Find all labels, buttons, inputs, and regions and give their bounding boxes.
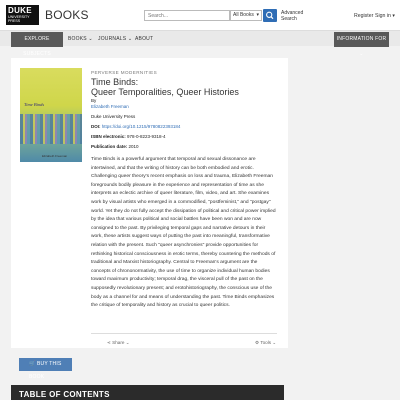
search-button[interactable]: [263, 9, 277, 22]
nav-books-label: BOOKS: [68, 36, 87, 42]
sign-in-label: Sign in: [375, 13, 391, 19]
pubdate-label: Publication date:: [91, 144, 128, 149]
nav-information-for[interactable]: INFORMATION FOR ⌄: [334, 32, 389, 57]
nav-information-for-label: INFORMATION FOR: [336, 36, 387, 42]
duke-press-logo[interactable]: DUKE UNIVERSITY PRESS: [6, 5, 39, 25]
cart-icon: 🛒: [29, 361, 38, 367]
main-nav: EXPLORE SUBJECTS BOOKS ⌄ JOURNALS ⌄ ABOU…: [0, 30, 400, 57]
chevron-down-icon: ⌄: [125, 340, 130, 345]
nav-journals-label: JOURNALS: [98, 36, 127, 42]
book-title: Time Binds:: [91, 77, 139, 87]
chevron-down-icon: ▾: [392, 13, 395, 19]
book-cover[interactable]: Time Binds Elizabeth Freeman: [20, 68, 82, 162]
isbn-value: 978-0-8223-9318-4: [127, 134, 166, 139]
series-name[interactable]: PERVERSE MODERNITIES: [91, 70, 157, 75]
doi-row: DOI: https://doi.org/10.1215/97808223931…: [91, 124, 180, 129]
chevron-down-icon: ⌄: [359, 51, 364, 57]
divider: [91, 333, 277, 334]
table-of-contents-bar[interactable]: TABLE OF CONTENTS: [11, 385, 284, 400]
cover-title: Time Binds: [24, 102, 45, 107]
nav-explore-subjects[interactable]: EXPLORE SUBJECTS: [11, 32, 63, 57]
brand-books[interactable]: BOOKS: [45, 8, 89, 22]
nav-books[interactable]: BOOKS ⌄: [68, 32, 93, 47]
isbn-row: ISBN electronic: 978-0-8223-9318-4: [91, 134, 166, 139]
book-detail-card: Time Binds Elizabeth Freeman PERVERSE MO…: [11, 58, 288, 348]
chevron-down-icon: ⌄: [272, 340, 277, 345]
nav-journals[interactable]: JOURNALS ⌄: [98, 32, 132, 47]
book-description: Time Binds is a powerful argument that t…: [91, 157, 276, 309]
logo-text-press: PRESS: [8, 19, 21, 23]
cover-author: Elizabeth Freeman: [42, 154, 68, 158]
cover-art: [20, 114, 82, 144]
advanced-search-line2: Search: [281, 16, 297, 22]
buy-this-book-button[interactable]: 🛒 BUY THIS BOOK: [19, 358, 72, 380]
advanced-search-link[interactable]: Advanced Search: [281, 10, 303, 22]
chevron-down-icon: ⌄: [127, 36, 133, 42]
author-link[interactable]: Elizabeth Freeman: [91, 104, 129, 109]
sign-in-link[interactable]: Sign in ▾: [375, 13, 395, 19]
tools-button[interactable]: ⚙ Tools ⌄: [255, 340, 276, 346]
book-subtitle: Queer Temporalities, Queer Histories: [91, 87, 239, 97]
by-label: By: [91, 98, 97, 103]
chevron-down-icon: ▾: [256, 12, 259, 18]
publisher: Duke University Press: [91, 114, 136, 119]
share-label: Share: [112, 340, 125, 345]
doi-label: DOI:: [91, 124, 101, 129]
share-button[interactable]: ⋖ Share ⌄: [107, 340, 130, 346]
doi-link[interactable]: https://doi.org/10.1215/9780822393184: [102, 124, 181, 129]
search-icon: [266, 11, 274, 20]
page: DUKE UNIVERSITY PRESS BOOKS All Books ▾ …: [0, 0, 400, 400]
nav-about[interactable]: ABOUT: [135, 32, 153, 47]
search-input[interactable]: [144, 10, 230, 21]
tools-label: Tools: [260, 340, 272, 345]
search-scope-select[interactable]: All Books ▾: [230, 10, 262, 21]
pubdate-row: Publication date: 2010: [91, 144, 139, 149]
isbn-label: ISBN electronic:: [91, 134, 126, 139]
search-scope-value: All Books: [233, 12, 254, 18]
chevron-down-icon: ⌄: [88, 36, 93, 42]
site-header: DUKE UNIVERSITY PRESS BOOKS All Books ▾ …: [0, 0, 400, 30]
logo-text-duke: DUKE: [8, 6, 32, 15]
register-link[interactable]: Register: [354, 13, 373, 19]
pubdate-value: 2010: [128, 144, 139, 149]
toc-heading: TABLE OF CONTENTS: [19, 390, 110, 399]
